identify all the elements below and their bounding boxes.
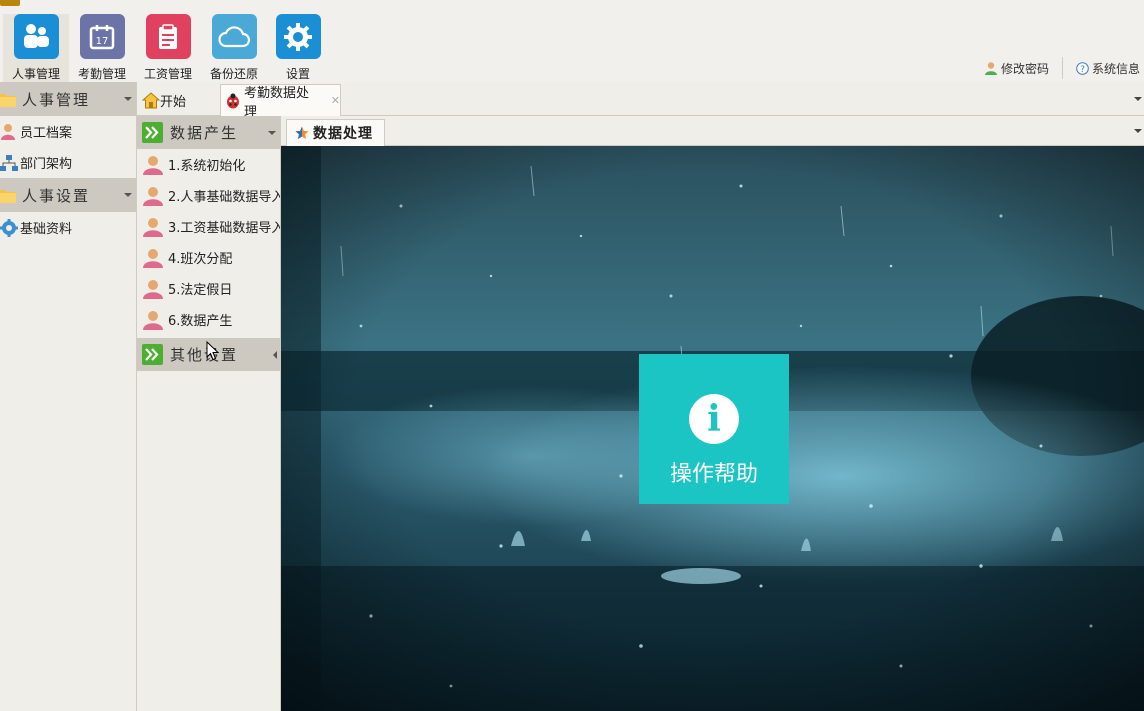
home-icon <box>142 91 160 108</box>
svg-text:?: ? <box>1080 65 1085 75</box>
inner-tab-bar: 数据处理 <box>281 116 1144 146</box>
subnav-item-label: 3.工资基础数据导入 <box>168 221 280 236</box>
sidebar-item-basic-data[interactable]: 基础资料 <box>0 212 136 243</box>
subnav-item-label: 5.法定假日 <box>168 283 233 298</box>
toolbar-backup-restore-button[interactable]: 备份还原 <box>201 14 267 82</box>
chevron-down-icon[interactable] <box>1134 129 1142 133</box>
folder-icon <box>0 188 16 203</box>
user-icon <box>143 217 163 237</box>
mouse-cursor-icon <box>206 341 220 361</box>
subnav-item-label: 6.数据产生 <box>168 314 233 329</box>
org-chart-icon <box>0 154 18 172</box>
sidebar-group-label: 人事管理 <box>22 90 91 109</box>
sub-navigation: 数据产生 1.系统初始化 2.人事基础数据导入 3.工资基础数据导入 4.班次分… <box>137 116 281 711</box>
user-icon <box>143 279 163 299</box>
chevron-down-icon <box>124 97 132 101</box>
tab-home-label: 开始 <box>160 94 187 110</box>
double-chevron-right-icon <box>142 122 163 143</box>
sidebar-item-label: 基础资料 <box>20 222 73 237</box>
user-icon <box>0 123 18 141</box>
subnav-group-label: 数据产生 <box>170 124 239 142</box>
tab-data-processing[interactable]: 数据处理 <box>286 119 385 146</box>
change-password-label: 修改密码 <box>1000 61 1049 76</box>
divider <box>1061 57 1063 79</box>
clipboard-icon <box>145 14 191 59</box>
subnav-item-payroll-data-import[interactable]: 3.工资基础数据导入 <box>137 211 280 242</box>
operation-help-tile[interactable]: i 操作帮助 <box>639 354 789 504</box>
main-sidebar: 人事管理 员工档案 部门架构 人事设置 基础资料 <box>0 82 137 711</box>
tab-home[interactable]: 开始 <box>139 84 215 116</box>
close-icon[interactable]: ✕ <box>331 94 340 107</box>
info-icon: i <box>689 394 739 444</box>
system-info-label: 系统信息 <box>1091 61 1140 76</box>
user-icon <box>143 310 163 330</box>
subnav-item-label: 1.系统初始化 <box>168 159 246 174</box>
operation-help-label: 操作帮助 <box>669 462 758 487</box>
toolbar-settings-label: 设置 <box>285 67 310 81</box>
user-icon <box>984 62 997 75</box>
people-icon <box>13 14 59 59</box>
change-password-link[interactable]: 修改密码 <box>980 60 1053 77</box>
sidebar-item-label: 员工档案 <box>20 126 73 141</box>
sidebar-item-department-structure[interactable]: 部门架构 <box>0 147 136 178</box>
sidebar-item-employee-files[interactable]: 员工档案 <box>0 116 136 147</box>
app-logo <box>0 0 20 6</box>
toolbar-attendance-label: 考勤管理 <box>77 67 126 81</box>
chevron-down-icon <box>124 193 132 197</box>
subnav-item-label: 4.班次分配 <box>168 252 233 267</box>
system-info-link[interactable]: ? 系统信息 <box>1072 60 1144 77</box>
double-chevron-right-icon <box>142 344 163 365</box>
tab-bar: 开始 考勤数据处理 ✕ <box>137 82 1144 120</box>
toolbar-hr-management-button[interactable]: 人事管理 <box>3 14 69 82</box>
tab-active-label: 考勤数据处理 <box>243 85 309 120</box>
toolbar-settings-button[interactable]: 设置 <box>265 14 331 82</box>
subnav-group-data-generation[interactable]: 数据产生 <box>137 116 280 149</box>
subnav-item-data-generation[interactable]: 6.数据产生 <box>137 304 280 335</box>
folder-icon <box>0 92 16 107</box>
star-icon <box>295 126 309 139</box>
toolbar-payroll-button[interactable]: 工资管理 <box>135 14 201 82</box>
cloud-icon <box>211 14 257 59</box>
subnav-item-shift-assignment[interactable]: 4.班次分配 <box>137 242 280 273</box>
top-toolbar: 人事管理 17 考勤管理 工资管理 备份还原 设置 修改密码 ? 系统信息 <box>0 0 1144 82</box>
chevron-left-icon <box>273 351 277 359</box>
chevron-down-icon[interactable] <box>1134 97 1142 101</box>
user-icon <box>143 155 163 175</box>
subnav-item-hr-data-import[interactable]: 2.人事基础数据导入 <box>137 180 280 211</box>
calendar-icon: 17 <box>79 14 125 59</box>
tab-attendance-processing[interactable]: 考勤数据处理 ✕ <box>220 84 341 120</box>
toolbar-backup-restore-label: 备份还原 <box>209 67 258 81</box>
inner-tab-label: 数据处理 <box>313 126 373 142</box>
user-icon <box>143 186 163 206</box>
top-right-links: 修改密码 ? 系统信息 <box>980 57 1144 79</box>
main-content: i 操作帮助 <box>281 146 1144 711</box>
toolbar-attendance-button[interactable]: 17 考勤管理 <box>69 14 135 82</box>
bug-icon <box>226 93 239 108</box>
gear-icon <box>0 218 18 237</box>
toolbar-hr-management-label: 人事管理 <box>11 67 60 81</box>
toolbar-payroll-label: 工资管理 <box>143 67 192 81</box>
svg-text:17: 17 <box>96 36 109 47</box>
sidebar-item-label: 部门架构 <box>20 157 73 172</box>
subnav-item-label: 2.人事基础数据导入 <box>168 190 280 205</box>
help-icon: ? <box>1076 61 1089 75</box>
sidebar-group-label: 人事设置 <box>22 186 91 205</box>
chevron-down-icon <box>268 131 276 135</box>
sidebar-group-hr-settings[interactable]: 人事设置 <box>0 178 136 212</box>
sidebar-group-hr-management[interactable]: 人事管理 <box>0 82 136 116</box>
subnav-group-label: 其他设置 <box>170 346 239 364</box>
subnav-item-system-init[interactable]: 1.系统初始化 <box>137 149 280 180</box>
gear-icon <box>275 14 321 59</box>
subnav-item-public-holidays[interactable]: 5.法定假日 <box>137 273 280 304</box>
user-icon <box>143 248 163 268</box>
